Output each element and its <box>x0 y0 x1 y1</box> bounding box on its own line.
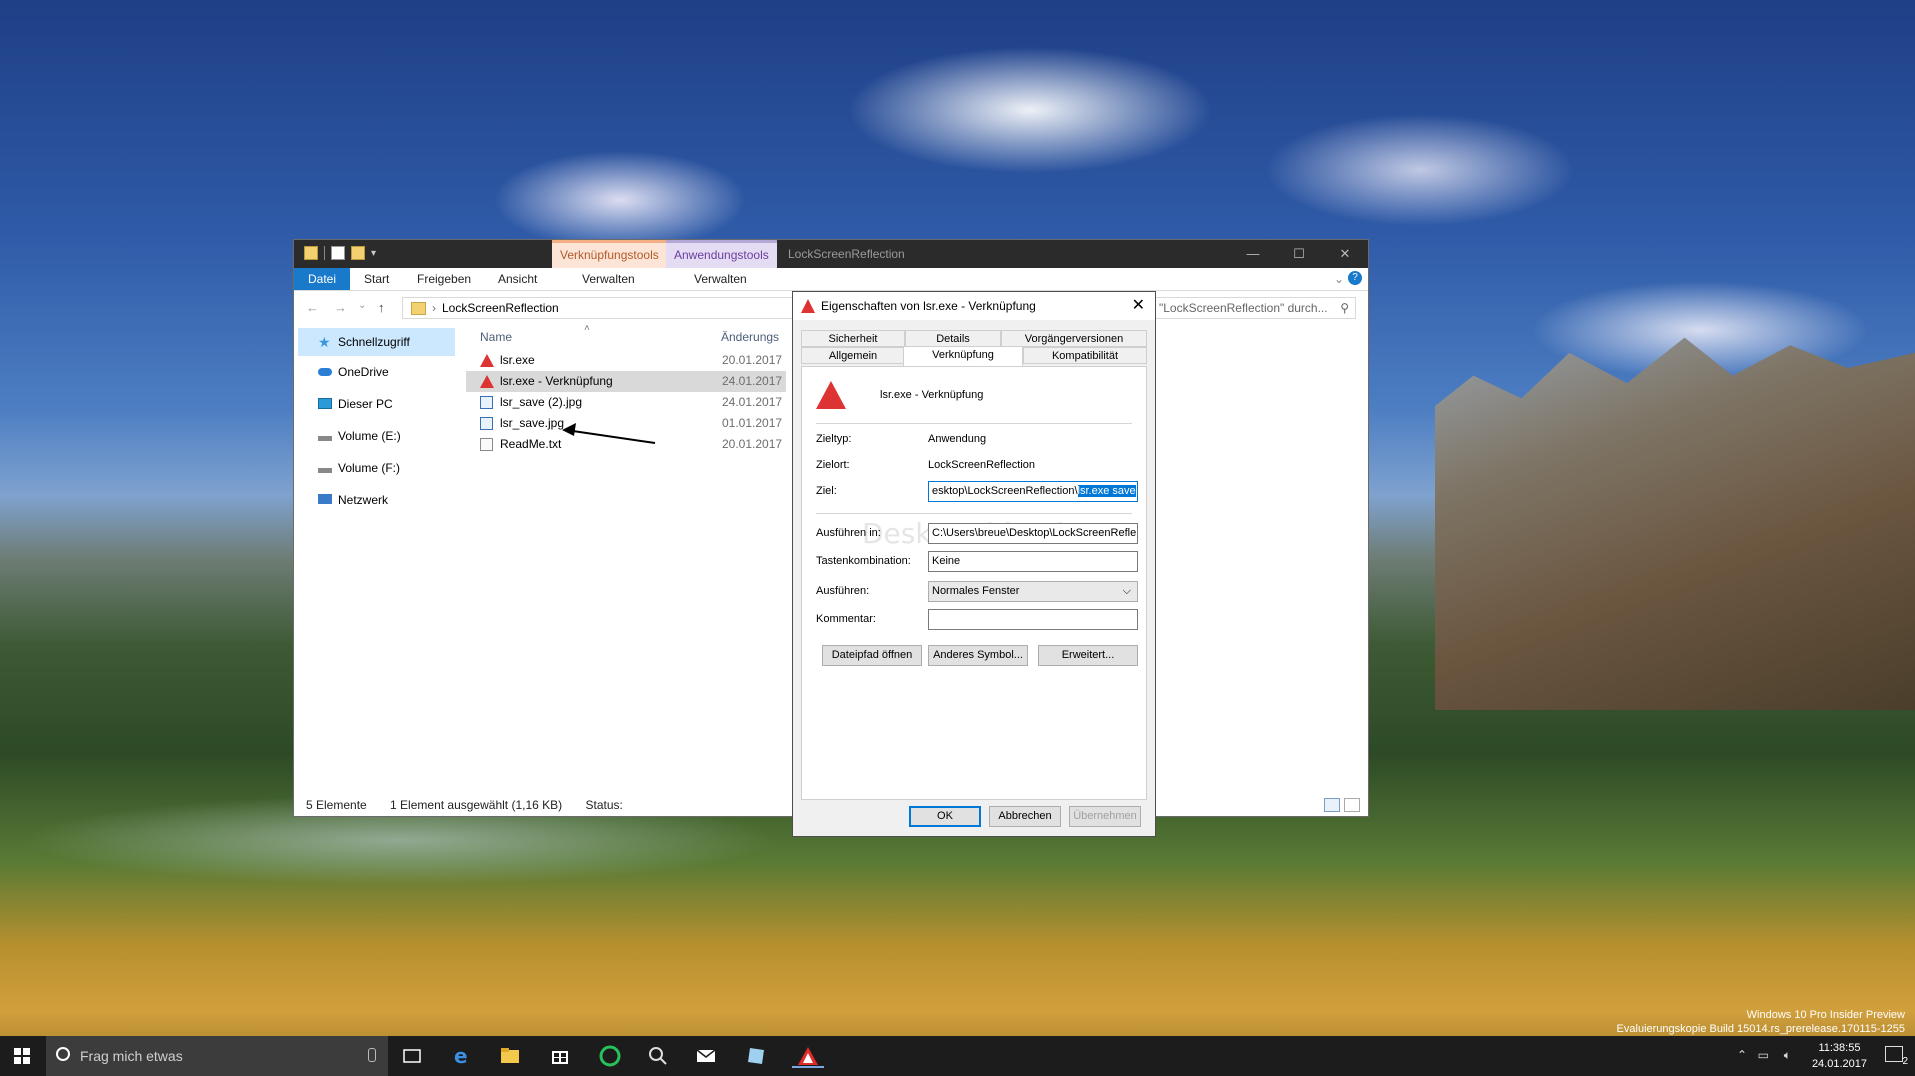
ausfuehren-value: Normales Fenster <box>932 585 1020 597</box>
watermark-line: Evaluierungskopie Build 15014.rs_prerele… <box>1616 1023 1905 1035</box>
tab-verknuepfung[interactable]: Verknüpfung <box>903 346 1023 366</box>
search-tool-icon[interactable] <box>646 1044 670 1068</box>
clock-date: 24.01.2017 <box>1811 1058 1867 1070</box>
tastenkombination-input[interactable]: Keine <box>928 551 1138 572</box>
ziel-selected-text: lsr.exe save <box>1077 485 1136 497</box>
ziel-label: Ziel: <box>816 485 837 497</box>
app-icon <box>801 299 815 313</box>
mail-icon[interactable] <box>694 1044 718 1068</box>
chevron-down-icon: ⌵ <box>1122 585 1131 597</box>
zielort-label: Zielort: <box>816 459 850 471</box>
ok-button[interactable]: OK <box>909 806 981 827</box>
task-view-icon[interactable] <box>400 1044 424 1068</box>
edge-icon[interactable]: e <box>450 1044 474 1068</box>
shortcut-name: lsr.exe - Verknüpfung <box>880 389 984 401</box>
shortcut-tab-panel: Deskmodder.de lsr.exe - Verknüpfung Ziel… <box>801 366 1147 800</box>
kommentar-input[interactable] <box>928 609 1138 630</box>
tab-vorgaengerversionen[interactable]: Vorgängerversionen <box>1001 330 1147 347</box>
chevron-up-icon[interactable]: ⌃ <box>1737 1048 1747 1062</box>
dialog-titlebar: Eigenschaften von lsr.exe - Verknüpfung … <box>793 292 1155 320</box>
lsr-app-icon[interactable] <box>792 1044 824 1068</box>
windows-logo-icon <box>14 1048 30 1064</box>
dialog-title: Eigenschaften von lsr.exe - Verknüpfung <box>821 299 1036 313</box>
zieltyp-value: Anwendung <box>928 433 987 445</box>
ziel-text: esktop\LockScreenReflection\ <box>932 485 1078 497</box>
tab-kompatibilitaet[interactable]: Kompatibilität <box>1023 347 1147 364</box>
tab-details[interactable]: Details <box>905 330 1001 347</box>
network-tray-icon[interactable]: ▭ <box>1758 1048 1769 1062</box>
microphone-icon[interactable] <box>368 1048 376 1062</box>
action-center-icon[interactable]: 2 <box>1885 1046 1908 1067</box>
ausfuehren-in-label: Ausführen in: <box>816 527 881 539</box>
file-explorer-icon[interactable] <box>498 1044 522 1068</box>
uebernehmen-button[interactable]: Übernehmen <box>1069 806 1141 827</box>
zieltyp-label: Zieltyp: <box>816 433 852 445</box>
cortana-icon <box>56 1047 70 1061</box>
zielort-value: LockScreenReflection <box>928 459 1036 471</box>
properties-dialog: Eigenschaften von lsr.exe - Verknüpfung … <box>792 291 1156 837</box>
taskbar: Frag mich etwas e ⌃ ▭ 🔈︎ 11:38:55 24.01.… <box>0 1036 1915 1076</box>
build-watermark: Windows 10 Pro Insider Preview Evaluieru… <box>1617 1008 1905 1036</box>
watermark-line: Windows 10 Pro Insider Preview <box>1746 1009 1905 1021</box>
ziel-input[interactable]: esktop\LockScreenReflection\lsr.exe save <box>928 481 1138 502</box>
store-icon[interactable] <box>548 1044 572 1068</box>
divider <box>816 513 1132 514</box>
notepad-icon[interactable] <box>744 1044 768 1068</box>
kommentar-label: Kommentar: <box>816 613 876 625</box>
notification-count: 2 <box>1902 1056 1908 1067</box>
abbrechen-button[interactable]: Abbrechen <box>989 806 1061 827</box>
opera-icon[interactable] <box>598 1044 622 1068</box>
ausfuehren-select[interactable]: Normales Fenster ⌵ <box>928 581 1138 602</box>
ausfuehren-in-input[interactable]: C:\Users\breue\Desktop\LockScreenRefle <box>928 523 1138 544</box>
tastenkombination-label: Tastenkombination: <box>816 555 911 567</box>
ausfuehren-label: Ausführen: <box>816 585 870 597</box>
tab-allgemein[interactable]: Allgemein <box>801 347 905 364</box>
arrow-line <box>565 429 656 444</box>
cortana-search-box[interactable]: Frag mich etwas <box>46 1036 388 1076</box>
clock[interactable]: 11:38:55 24.01.2017 <box>1812 1040 1867 1072</box>
start-button[interactable] <box>0 1036 46 1076</box>
search-placeholder: Frag mich etwas <box>80 1048 183 1064</box>
anderes-symbol-button[interactable]: Anderes Symbol... <box>928 645 1028 666</box>
arrowhead-icon <box>562 423 576 436</box>
tab-sicherheit[interactable]: Sicherheit <box>801 330 905 347</box>
clock-time: 11:38:55 <box>1818 1042 1861 1054</box>
shortcut-icon <box>816 381 846 409</box>
close-icon[interactable]: ✕ <box>1132 292 1145 320</box>
svg-text:e: e <box>454 1044 468 1068</box>
erweitert-button[interactable]: Erweitert... <box>1038 645 1138 666</box>
dateipfad-oeffnen-button[interactable]: Dateipfad öffnen <box>822 645 922 666</box>
divider <box>816 423 1132 424</box>
volume-icon[interactable]: 🔈︎ <box>1784 1048 1791 1063</box>
dialog-tabs: Sicherheit Details Vorgängerversionen Al… <box>801 330 1147 366</box>
